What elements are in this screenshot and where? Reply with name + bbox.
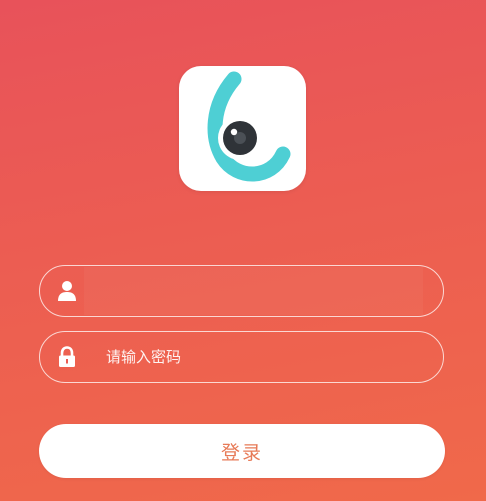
username-field[interactable] bbox=[39, 265, 444, 317]
password-field[interactable] bbox=[39, 331, 444, 383]
username-input[interactable] bbox=[84, 267, 423, 315]
camera-logo-icon bbox=[207, 71, 291, 182]
password-input[interactable] bbox=[106, 333, 423, 381]
user-icon bbox=[58, 281, 76, 301]
login-button[interactable]: 登录 bbox=[39, 424, 445, 478]
lock-icon bbox=[59, 346, 75, 367]
app-logo bbox=[179, 66, 306, 191]
